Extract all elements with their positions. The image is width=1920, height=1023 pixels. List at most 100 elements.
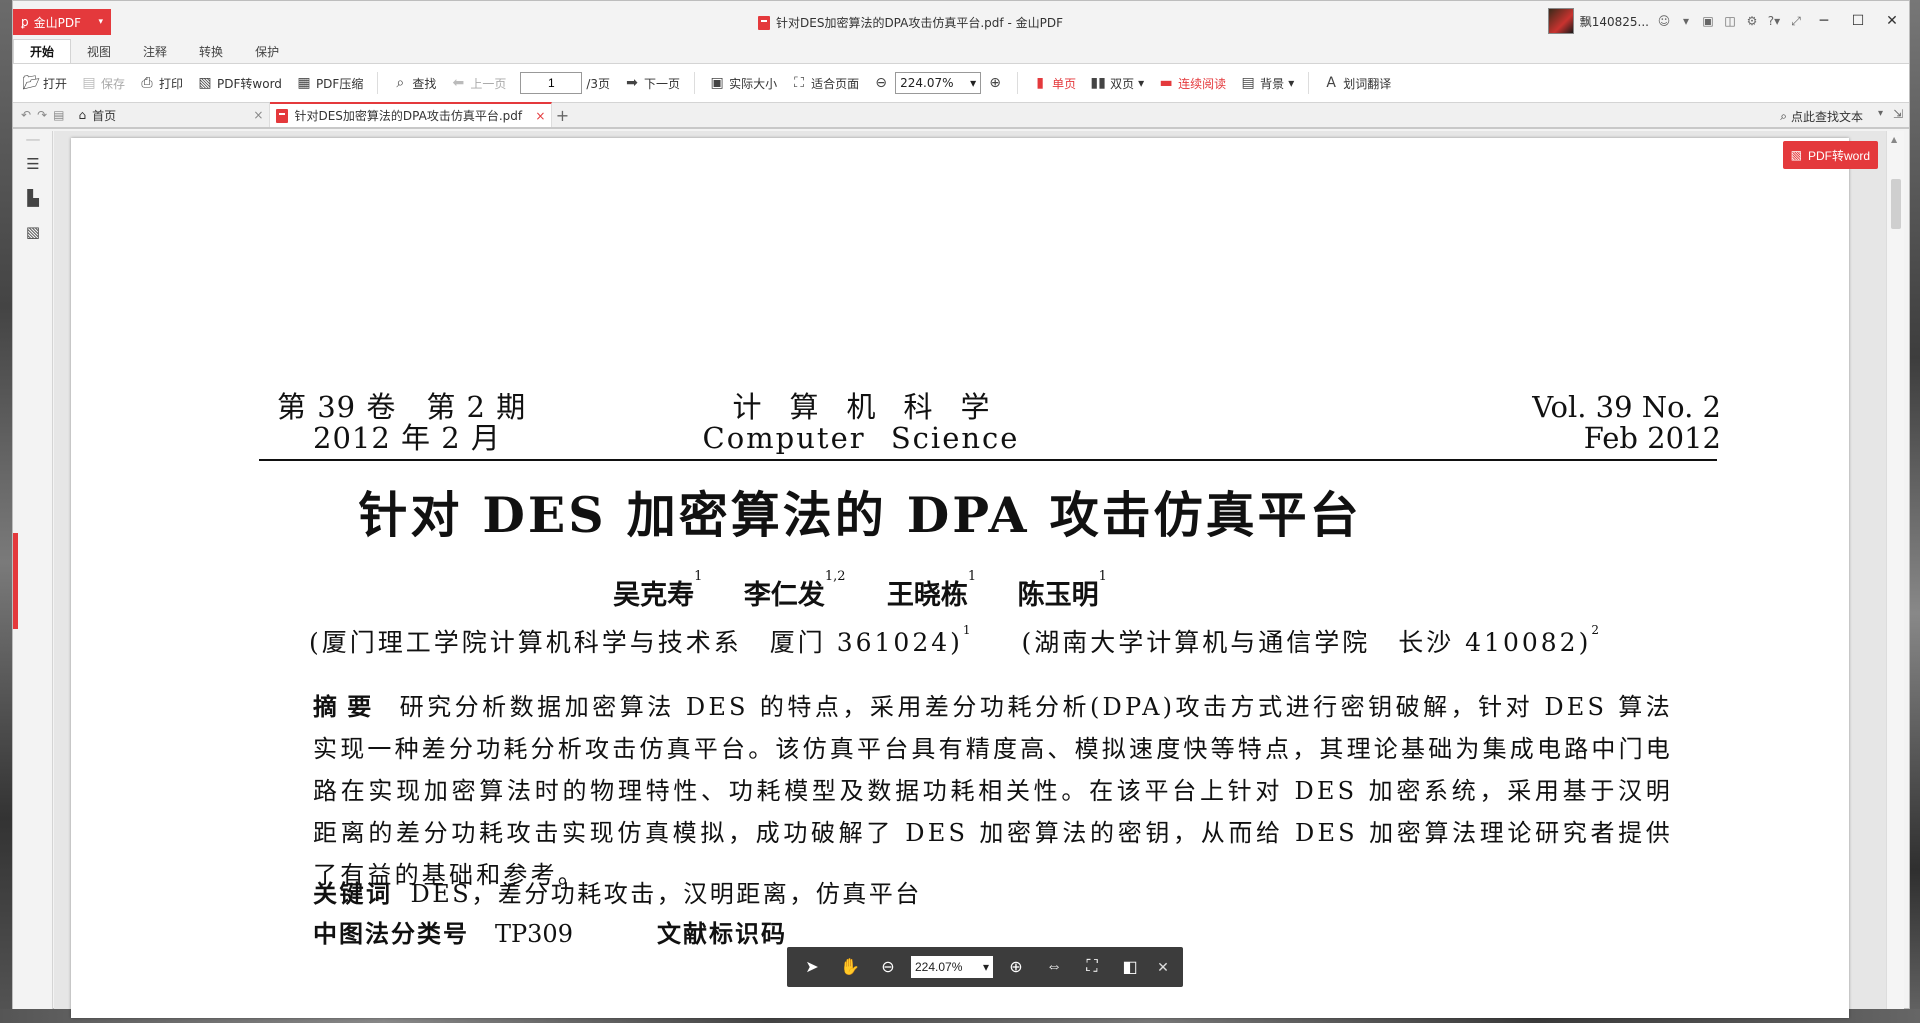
app-logo-label: 金山PDF [33, 15, 82, 30]
main-toolbar: 📂︎ 打开 ▤ 保存 ⎙ 打印 ▧ PDF转word ▦ PDF压缩 ⌕ 查找 … [13, 63, 1909, 103]
journal-volume-en: Vol. 39 No. 2 Feb 2012 [1521, 392, 1721, 454]
pdf-to-word-icon: ▧ [1790, 148, 1802, 162]
save-button[interactable]: ▤ 保存 [81, 75, 125, 92]
select-cursor-icon[interactable]: ➤ [793, 950, 831, 984]
chevron-down-icon: ▾ [98, 17, 103, 27]
find-button[interactable]: ⌕ 查找 [392, 75, 436, 92]
tab-home[interactable]: ⌂ 首页 × [72, 103, 271, 127]
affiliation-2: (湖南大学计算机与通信学院 长沙 410082) [1021, 628, 1592, 657]
translate-button[interactable]: A 划词翻译 [1323, 75, 1391, 92]
zoom-in-icon[interactable]: ⊕ [987, 75, 1003, 91]
print-button[interactable]: ⎙ 打印 [139, 75, 183, 92]
comments-icon[interactable]: ▙ [13, 181, 53, 215]
tab-start[interactable]: 开始 [13, 39, 72, 63]
fit-width-icon[interactable]: ⇔ [1035, 950, 1073, 984]
pdf-compress-button[interactable]: ▦ PDF压缩 [296, 75, 363, 92]
skin-icon[interactable]: ◫ [1719, 10, 1741, 32]
pdf-page: 第 39 卷 第 2 期 2012 年 2 月 计算机科学 Computer S… [71, 138, 1849, 1018]
close-icon[interactable]: × [535, 109, 545, 123]
zoom-select[interactable]: 224.07% ▾ [895, 72, 982, 94]
tab-convert[interactable]: 转换 [183, 39, 239, 63]
clc-value: TP309 [495, 920, 573, 948]
hand-tool-icon[interactable]: ✋ [831, 950, 869, 984]
tab-view[interactable]: 视图 [71, 39, 127, 63]
next-page-button[interactable]: ➡ 下一页 [624, 75, 680, 92]
close-icon[interactable]: × [253, 108, 263, 122]
outline-icon[interactable]: ☰ [13, 147, 53, 181]
pdf-to-word-float-button[interactable]: ▧ PDF转word [1782, 141, 1878, 169]
chevron-down-icon: ▾ [1288, 76, 1295, 90]
avatar[interactable] [1547, 8, 1574, 34]
new-tab-button[interactable]: + [552, 103, 572, 127]
zoom-select[interactable]: 224.07% ▾ [911, 956, 993, 978]
double-page-button[interactable]: ▮▮ 双页 ▾ [1090, 75, 1144, 92]
keywords-label: 关键词 [313, 880, 393, 908]
page-number-input[interactable] [520, 72, 583, 94]
author-list: 吴克寿1 李仁发1,2 王晓栋1 陈玉明1 [71, 569, 1649, 612]
smiley-icon[interactable]: ☺ [1653, 10, 1675, 32]
gear-icon[interactable]: ⚙ [1741, 10, 1763, 32]
minimize-button[interactable]: ─ [1807, 7, 1841, 35]
desktop-background-left [0, 0, 12, 1023]
redo-icon[interactable]: ↷ [37, 108, 47, 122]
prev-page-button[interactable]: ⬅ 上一页 [450, 75, 506, 92]
user-name[interactable]: 飘140825... [1580, 13, 1649, 30]
author: 吴克寿1 [613, 569, 703, 611]
sidebar-collapse-handle[interactable] [13, 533, 18, 629]
fit-page-icon[interactable]: ⛶ [1073, 950, 1111, 984]
pdf-file-icon [758, 15, 770, 30]
single-page-button[interactable]: ▮ 单页 [1032, 75, 1076, 92]
user-dropdown-icon[interactable]: ▾ [1675, 10, 1697, 32]
close-button[interactable]: ✕ [1875, 7, 1909, 35]
home-icon: ⌂ [78, 108, 87, 122]
sidebar-toggle-icon[interactable]: ◧ [1111, 950, 1149, 984]
translate-icon: A [1326, 75, 1336, 91]
zoom-out-icon[interactable]: ⊖ [869, 950, 907, 984]
affiliations: (厦门理工学院计算机科学与技术系 厦门 361024)1 (湖南大学计算机与通信… [309, 623, 1602, 657]
scroll-up-icon[interactable]: ▲ [1891, 135, 1897, 144]
drag-handle-icon[interactable]: — [13, 130, 53, 148]
tab-document[interactable]: 针对DES加密算法的DPA攻击仿真平台.pdf × [270, 102, 553, 127]
tab-annotate[interactable]: 注释 [127, 39, 183, 63]
header-rule [259, 459, 1717, 461]
continuous-read-button[interactable]: ▬ 连续阅读 [1158, 75, 1227, 92]
fullscreen-icon[interactable]: ⤢ [1785, 10, 1807, 32]
clc-label: 中图法分类号 [313, 920, 469, 948]
floating-view-toolbar: ➤ ✋ ⊖ 224.07% ▾ ⊕ ⇔ ⛶ ◧ ✕ [787, 947, 1183, 987]
close-icon[interactable]: ✕ [1149, 950, 1177, 984]
open-button[interactable]: 📂︎ 打开 [22, 75, 67, 92]
vertical-scrollbar[interactable]: ▲ [1886, 131, 1904, 1009]
save-icon[interactable]: ▤ [53, 108, 64, 122]
fit-page-button[interactable]: ⛶ 适合页面 [791, 75, 859, 92]
actual-size-button[interactable]: ▣ 实际大小 [709, 75, 777, 92]
zoom-in-icon[interactable]: ⊕ [997, 950, 1035, 984]
abstract: 摘要 研究分析数据加密算法 DES 的特点，采用差分功耗分析(DPA)攻击方式进行… [313, 686, 1673, 896]
find-text-button[interactable]: ⌕ 点此查找文本 [1780, 108, 1863, 125]
compress-icon: ▦ [297, 75, 311, 91]
help-icon[interactable]: ?▾ [1763, 10, 1785, 32]
thumbnail-icon[interactable]: ▧ [13, 215, 53, 249]
toolbar-divider [1308, 72, 1310, 94]
journal-name-cn: 计算机科学 [732, 390, 1018, 424]
fit-page-icon: ⛶ [794, 75, 804, 91]
pin-icon[interactable]: ⇲ [1893, 107, 1903, 121]
chevron-down-icon[interactable]: ▾ [1878, 108, 1883, 119]
paper-title: 针对 DES 加密算法的 DPA 攻击仿真平台 [358, 486, 1362, 544]
app-menu-button[interactable]: ꝑ 金山PDF ▾ [13, 9, 111, 35]
undo-icon[interactable]: ↶ [21, 108, 31, 122]
left-sidebar: — ☰ ▙ ▧ [13, 130, 53, 1009]
chevron-down-icon: ▾ [1138, 76, 1145, 90]
pdf-to-word-button[interactable]: ▧ PDF转word [197, 75, 282, 92]
continuous-read-icon: ▬ [1159, 75, 1173, 91]
scroll-thumb[interactable] [1891, 179, 1901, 229]
message-icon[interactable]: ▣ [1697, 10, 1719, 32]
background-button[interactable]: ▤ 背景 ▾ [1240, 75, 1295, 92]
maximize-button[interactable]: ☐ [1841, 7, 1875, 35]
folder-open-icon: 📂︎ [22, 75, 40, 91]
pdf-file-icon [276, 108, 289, 123]
volume-issue-en: Vol. 39 No. 2 [1532, 390, 1721, 424]
pdf-reader-window: ꝑ 金山PDF ▾ 针对DES加密算法的DPA攻击仿真平台.pdf - 金山PD… [12, 0, 1910, 1018]
tab-protect[interactable]: 保护 [239, 39, 295, 63]
zoom-out-icon[interactable]: ⊖ [873, 75, 889, 91]
author: 陈玉明1 [1017, 569, 1107, 611]
